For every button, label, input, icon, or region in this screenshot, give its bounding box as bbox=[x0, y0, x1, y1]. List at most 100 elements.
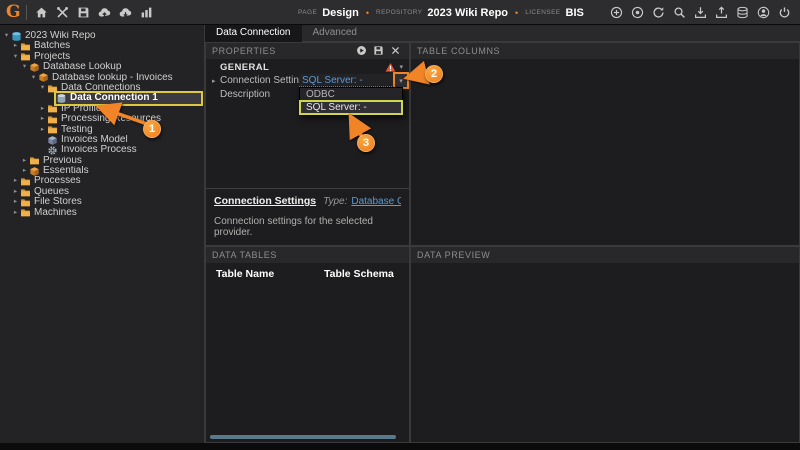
export-icon[interactable] bbox=[711, 2, 732, 23]
tree-item-box[interactable]: Invoices Process bbox=[47, 145, 201, 155]
chevron-right-icon[interactable]: ▸ bbox=[20, 166, 29, 176]
tree-item-box[interactable]: 2023 Wiki Repo bbox=[11, 31, 201, 41]
chevron-right-icon[interactable]: ▸ bbox=[20, 156, 29, 166]
database-icon[interactable] bbox=[732, 2, 753, 23]
annotation-badge-2: 2 bbox=[425, 65, 443, 83]
chevron-down-icon[interactable]: ▾ bbox=[399, 63, 403, 71]
tree-item-essentials[interactable]: ▸Essentials bbox=[2, 166, 204, 176]
tree-item-box[interactable]: Data Connection 1 bbox=[56, 93, 201, 103]
stats-icon[interactable] bbox=[136, 2, 157, 23]
chevron-down-icon[interactable]: ▾ bbox=[11, 52, 20, 62]
connection-settings-field[interactable]: SQL Server: - bbox=[299, 74, 394, 87]
tree-item-box[interactable]: Previous bbox=[29, 156, 201, 166]
tree-item-processes[interactable]: ▸ Processes bbox=[2, 176, 204, 186]
chevron-right-icon[interactable]: ▸ bbox=[11, 41, 20, 51]
tree-item-invoices-model[interactable]: Invoices Model bbox=[2, 135, 204, 145]
chevron-right-icon[interactable]: ▸ bbox=[11, 197, 20, 207]
tree-item-box[interactable]: Batches bbox=[20, 41, 201, 51]
property-row-connection-settings: ▸ Connection Settings SQL Server: - ▾ bbox=[206, 74, 409, 87]
play-icon[interactable] bbox=[354, 44, 369, 57]
tree-item-previous[interactable]: ▸Previous bbox=[2, 156, 204, 166]
repo-icon bbox=[11, 31, 22, 42]
save-icon[interactable] bbox=[371, 44, 386, 57]
chevron-right-icon[interactable]: ▸ bbox=[11, 187, 20, 197]
close-icon[interactable] bbox=[388, 44, 403, 57]
tree-item-box[interactable]: File Stores bbox=[20, 197, 201, 207]
add-icon[interactable] bbox=[606, 2, 627, 23]
properties-panel: PROPERTIES GENERAL ▾ ▸ Connection Settin… bbox=[205, 42, 410, 246]
chevron-down-icon[interactable]: ▾ bbox=[20, 62, 29, 72]
chevron-right-icon[interactable]: ▸ bbox=[38, 125, 47, 135]
app-logo: G bbox=[0, 2, 26, 22]
home-icon[interactable] bbox=[31, 2, 52, 23]
chevron-right-icon[interactable]: ▸ bbox=[38, 104, 47, 114]
cube-icon bbox=[38, 72, 49, 83]
save-icon[interactable] bbox=[73, 2, 94, 23]
connection-settings-value[interactable]: SQL Server: - bbox=[302, 75, 363, 86]
tree-item-box[interactable]: Projects bbox=[20, 52, 201, 62]
horizontal-scrollbar[interactable] bbox=[210, 435, 396, 439]
tree-item-box[interactable]: Database lookup - Invoices bbox=[38, 73, 201, 83]
tree-item-box[interactable]: Database Lookup bbox=[29, 62, 201, 72]
general-section-header[interactable]: GENERAL ▾ bbox=[206, 61, 409, 73]
user-icon[interactable] bbox=[753, 2, 774, 23]
tree-indent bbox=[2, 140, 38, 141]
dropdown-option-odbc[interactable]: ODBC bbox=[300, 88, 402, 101]
dropdown-option-sql-server[interactable]: SQL Server: - bbox=[300, 101, 402, 114]
tree-item-box[interactable]: Essentials bbox=[29, 166, 201, 176]
tree-item-batches[interactable]: ▸Batches bbox=[2, 41, 204, 51]
tree-item-queues[interactable]: ▸Queues bbox=[2, 187, 204, 197]
cloud-upload-icon[interactable] bbox=[94, 2, 115, 23]
tree-item-ip-profiles[interactable]: ▸IP Profiles bbox=[2, 104, 204, 114]
help-type-link[interactable]: Database Connection Settings bbox=[351, 196, 401, 207]
tab-data-connection[interactable]: Data Connection bbox=[205, 25, 302, 42]
chevron-down-icon[interactable]: ▾ bbox=[38, 83, 47, 93]
tree-item-invoices-process[interactable]: Invoices Process bbox=[2, 145, 204, 155]
tree-item-data-connections[interactable]: ▾ Data Connections bbox=[2, 83, 204, 93]
cloud-download-icon[interactable] bbox=[115, 2, 136, 23]
provider-dropdown: ODBCSQL Server: - bbox=[299, 87, 403, 115]
tree-item-box[interactable]: Processing Resources bbox=[47, 114, 201, 124]
tree-item-processing-resources[interactable]: ▸Processing Resources bbox=[2, 114, 204, 124]
tree-item-box[interactable]: Data Connections bbox=[47, 83, 201, 93]
tree-item-label: Projects bbox=[34, 52, 70, 62]
tree-item-box[interactable]: Machines bbox=[20, 208, 201, 218]
tree-item-projects[interactable]: ▾ Projects bbox=[2, 52, 204, 62]
tree-item-box[interactable]: Processes bbox=[20, 176, 201, 186]
folder-icon bbox=[47, 124, 58, 135]
search-icon[interactable] bbox=[669, 2, 690, 23]
chevron-down-icon[interactable]: ▾ bbox=[29, 73, 38, 83]
tree-item-data-connection-1[interactable]: Data Connection 1 bbox=[2, 93, 204, 103]
tools-icon[interactable] bbox=[52, 2, 73, 23]
tree-item-box[interactable]: IP Profiles bbox=[47, 104, 201, 114]
record-icon[interactable] bbox=[627, 2, 648, 23]
tree-item-label: Database lookup - Invoices bbox=[52, 73, 173, 83]
data-preview-panel: DATA PREVIEW bbox=[410, 246, 800, 443]
tab-advanced[interactable]: Advanced bbox=[302, 25, 368, 42]
column-header-table-schema[interactable]: Table Schema bbox=[324, 268, 394, 280]
connection-settings-dropdown-button[interactable]: ▾ bbox=[395, 74, 407, 87]
tree-item-database-lookup[interactable]: ▾Database Lookup bbox=[2, 62, 204, 72]
tree-item-testing[interactable]: ▸Testing bbox=[2, 125, 204, 135]
tree-item-2023-wiki-repo[interactable]: ▾2023 Wiki Repo bbox=[2, 31, 204, 41]
warning-icon[interactable] bbox=[385, 62, 396, 73]
tree-item-label: Data Connections bbox=[61, 83, 141, 93]
tree-item-file-stores[interactable]: ▸File Stores bbox=[2, 197, 204, 207]
chevron-right-icon[interactable]: ▸ bbox=[212, 77, 220, 85]
chevron-right-icon[interactable]: ▸ bbox=[38, 114, 47, 124]
tree-item-box[interactable]: Queues bbox=[20, 187, 201, 197]
chevron-right-icon[interactable]: ▸ bbox=[11, 208, 20, 218]
power-icon[interactable] bbox=[774, 2, 795, 23]
import-icon[interactable] bbox=[690, 2, 711, 23]
general-icons: ▾ bbox=[385, 62, 403, 73]
tree-item-box[interactable]: Invoices Model bbox=[47, 135, 201, 145]
chevron-right-icon[interactable]: ▸ bbox=[11, 176, 20, 186]
column-header-table-name[interactable]: Table Name bbox=[216, 268, 324, 280]
tree-item-box[interactable]: Testing bbox=[47, 125, 201, 135]
refresh-icon[interactable] bbox=[648, 2, 669, 23]
context-field-label: REPOSITORY bbox=[376, 9, 422, 16]
tree-item-label: Processes bbox=[34, 176, 81, 186]
chevron-down-icon[interactable]: ▾ bbox=[2, 31, 11, 41]
tree-item-machines[interactable]: ▸Machines bbox=[2, 208, 204, 218]
tree-item-database-lookup-invoices[interactable]: ▾ Database lookup - Invoices bbox=[2, 73, 204, 83]
